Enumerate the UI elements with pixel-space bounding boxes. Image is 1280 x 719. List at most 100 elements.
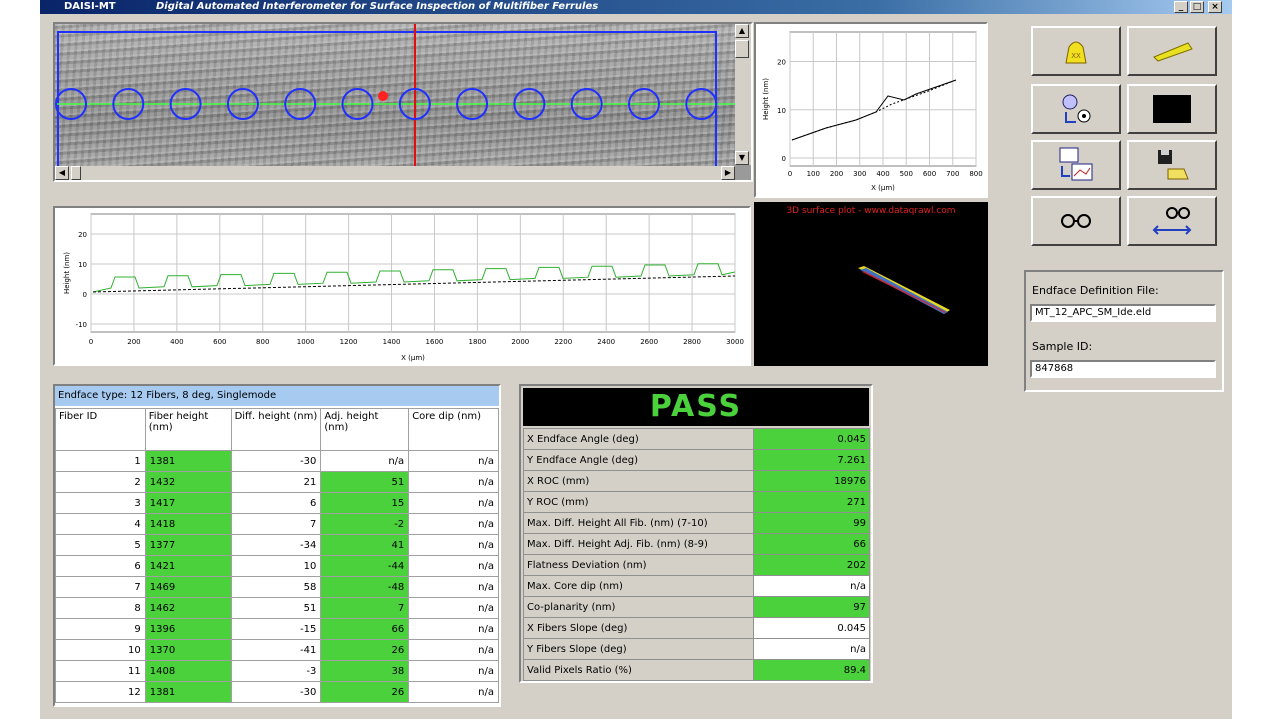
close-button[interactable]: ×	[1208, 1, 1222, 13]
results-table: X Endface Angle (deg) 0.045 Y Endface Angl…	[523, 428, 870, 681]
fiber-height-cell: 1418	[144, 513, 232, 535]
result-value: 271	[753, 491, 870, 513]
result-value: 202	[753, 554, 870, 576]
result-row: Max. Diff. Height Adj. Fib. (nm) (8-9) 66	[523, 533, 870, 555]
table-row[interactable]: 1 1381 -30 n/a n/a	[55, 450, 499, 472]
chart-transfer-button[interactable]	[1031, 140, 1121, 190]
camera-horizontal-scrollbar[interactable]: ◀ ▶	[55, 166, 735, 180]
settings-target-button[interactable]	[1031, 84, 1121, 134]
maximize-button[interactable]: □	[1190, 1, 1204, 13]
diff-height-cell: -30	[230, 450, 322, 472]
result-name: X Endface Angle (deg)	[523, 428, 754, 450]
result-name: Max. Diff. Height All Fib. (nm) (7-10)	[523, 512, 754, 534]
save-open-button[interactable]	[1127, 140, 1217, 190]
minimize-button[interactable]: _	[1174, 1, 1188, 13]
core-dip-cell: n/a	[408, 471, 499, 493]
core-dip-cell: n/a	[408, 576, 499, 598]
core-dip-cell: n/a	[408, 450, 499, 472]
settings-target-icon	[1062, 94, 1091, 123]
weight-icon: XX	[1065, 41, 1087, 64]
y-tick-label: 20	[78, 231, 87, 239]
table-row[interactable]: 10 1370 -41 26 n/a	[55, 639, 499, 661]
scroll-left-icon[interactable]: ◀	[55, 166, 69, 180]
diff-height-cell: 51	[230, 597, 322, 619]
x-tick-label: 2600	[640, 338, 658, 346]
result-row: Max. Diff. Height All Fib. (nm) (7-10) 99	[523, 512, 870, 534]
x-tick-label: 300	[853, 170, 866, 178]
scroll-down-icon[interactable]: ▼	[735, 151, 749, 165]
result-name: X ROC (mm)	[523, 470, 754, 492]
adj-height-cell: 41	[320, 534, 410, 556]
x-tick-label: 500	[900, 170, 913, 178]
table-row[interactable]: 6 1421 10 -44 n/a	[55, 555, 499, 577]
fiber-height-cell: 1432	[144, 471, 232, 493]
result-row: Y Endface Angle (deg) 7.261	[523, 449, 870, 471]
fiber-height-cell: 1396	[144, 618, 232, 640]
plot-area	[90, 213, 736, 333]
glasses-button[interactable]	[1031, 196, 1121, 246]
result-row: X Fibers Slope (deg) 0.045	[523, 617, 870, 639]
sample-id-label: Sample ID:	[1032, 340, 1093, 353]
fiber-id-cell: 2	[55, 471, 146, 493]
x-tick-label: 1200	[340, 338, 358, 346]
diff-height-cell: -41	[230, 639, 322, 661]
ruler-button[interactable]	[1127, 26, 1217, 76]
diff-height-cell: -15	[230, 618, 322, 640]
fiber-id-cell: 9	[55, 618, 146, 640]
table-row[interactable]: 4 1418 7 -2 n/a	[55, 513, 499, 535]
adj-height-cell: -2	[320, 513, 410, 535]
table-row[interactable]: 3 1417 6 15 n/a	[55, 492, 499, 514]
x-tick-label: 1600	[426, 338, 444, 346]
x-tick-label: 2000	[511, 338, 529, 346]
glasses-icon	[1061, 214, 1091, 228]
diff-height-cell: 58	[230, 576, 322, 598]
x-tick-label: 1000	[297, 338, 315, 346]
endface-file-field[interactable]: MT_12_APC_SM_Ide.eld	[1030, 304, 1216, 322]
y-tick-label: 0	[83, 291, 87, 299]
scroll-thumb[interactable]	[735, 40, 749, 58]
result-name: Max. Core dip (nm)	[523, 575, 754, 597]
result-name: Flatness Deviation (nm)	[523, 554, 754, 576]
fiber-height-cell: 1408	[144, 660, 232, 682]
app-subtitle: Digital Automated Interferometer for Sur…	[156, 1, 599, 12]
black-square-button[interactable]	[1127, 84, 1217, 134]
black-square-icon	[1153, 95, 1191, 123]
fiber-id-cell: 11	[55, 660, 146, 682]
fiber-id-cell: 3	[55, 492, 146, 514]
table-row[interactable]: 11 1408 -3 38 n/a	[55, 660, 499, 682]
table-row[interactable]: 7 1469 58 -48 n/a	[55, 576, 499, 598]
y-tick-label: 10	[78, 261, 87, 269]
x-tick-label: 400	[876, 170, 889, 178]
table-row[interactable]: 12 1381 -30 26 n/a	[55, 681, 499, 703]
core-dip-cell: n/a	[408, 681, 499, 703]
glasses-swap-button[interactable]	[1127, 196, 1217, 246]
result-row: Y ROC (mm) 271	[523, 491, 870, 513]
x-tick-label: 0	[788, 170, 792, 178]
camera-view[interactable]: ▲ ▼ ◀ ▶	[53, 22, 753, 182]
camera-vertical-scrollbar[interactable]: ▲ ▼	[735, 24, 751, 165]
fiber-height-cell: 1377	[144, 534, 232, 556]
adj-height-cell: -48	[320, 576, 410, 598]
x-axis-label: X (µm)	[871, 184, 895, 192]
table-row[interactable]: 5 1377 -34 41 n/a	[55, 534, 499, 556]
scroll-h-thumb[interactable]	[71, 166, 81, 180]
core-dip-cell: n/a	[408, 555, 499, 577]
fiber-height-cell: 1469	[144, 576, 232, 598]
scroll-up-icon[interactable]: ▲	[735, 24, 749, 38]
table-row[interactable]: 9 1396 -15 66 n/a	[55, 618, 499, 640]
col-diff-height: Diff. height (nm)	[230, 408, 322, 451]
adj-height-cell: n/a	[320, 450, 410, 472]
adj-height-cell: 7	[320, 597, 410, 619]
ruler-icon	[1153, 42, 1193, 62]
y-tick-label: 20	[777, 59, 786, 67]
sample-id-field[interactable]: 847868	[1030, 360, 1216, 378]
y-tick-label: -10	[76, 321, 87, 329]
scroll-right-icon[interactable]: ▶	[721, 166, 735, 180]
table-row[interactable]: 8 1462 51 7 n/a	[55, 597, 499, 619]
fiber-id-cell: 1	[55, 450, 146, 472]
table-row[interactable]: 2 1432 21 51 n/a	[55, 471, 499, 493]
x-axis-label: X (µm)	[401, 354, 425, 362]
core-dip-cell: n/a	[408, 492, 499, 514]
fiber-height-cell: 1381	[144, 450, 232, 472]
weight-button[interactable]: XX	[1031, 26, 1121, 76]
